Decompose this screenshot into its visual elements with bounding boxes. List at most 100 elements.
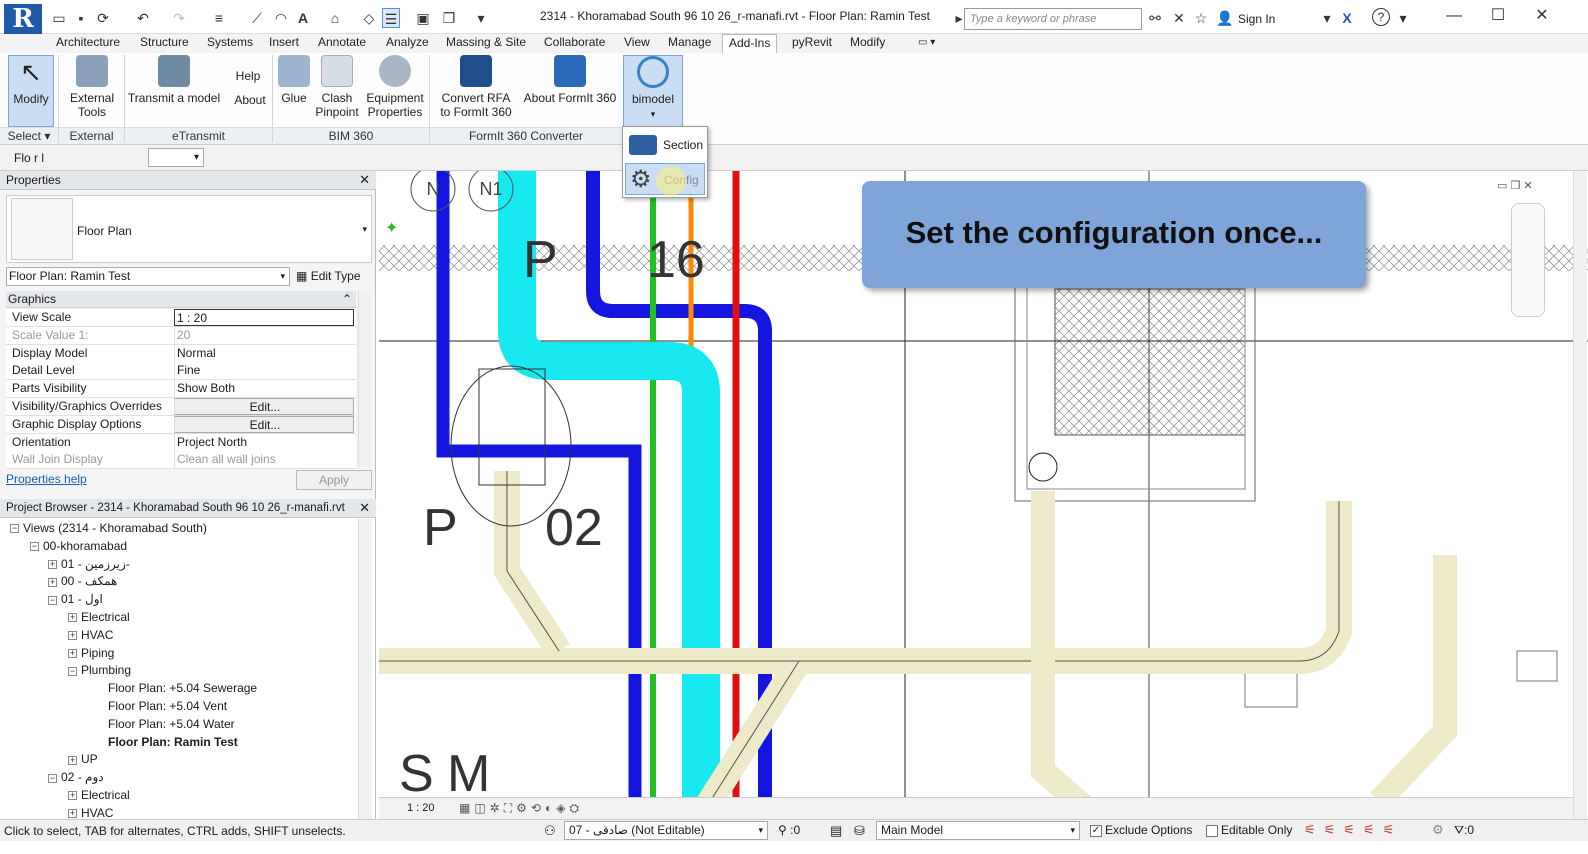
transmit-model-button[interactable]: Transmit a model [126, 55, 222, 105]
tab-analyze[interactable]: Analyze [380, 34, 435, 53]
expand-icon[interactable]: + [68, 631, 77, 641]
view-window-controls[interactable]: ▭ ❐ ✕ [1497, 179, 1533, 192]
switch-windows-icon[interactable]: ❐ [440, 8, 458, 28]
ribbon-minimize-icon[interactable]: ▭ ▾ [912, 34, 941, 53]
navigation-bar[interactable] [1511, 203, 1545, 317]
apply-button[interactable]: Apply [296, 470, 372, 490]
tab-collaborate[interactable]: Collaborate [538, 34, 611, 53]
property-row[interactable]: Graphic Display Options Edit... [6, 415, 356, 434]
subscription-icon[interactable]: ✕ [1170, 8, 1188, 28]
modify-button[interactable]: ↖ Modify [8, 55, 54, 127]
tree-node[interactable]: Floor Plan: Ramin Test [108, 734, 238, 750]
sign-in-dropdown-icon[interactable]: ▾ [1318, 8, 1336, 28]
tab-structure[interactable]: Structure [134, 34, 195, 53]
open-icon[interactable]: ▭ [50, 8, 68, 28]
tree-node[interactable]: + همکف - 00 [48, 573, 117, 589]
section-menu-item[interactable]: Section [625, 129, 705, 161]
background-process-icon[interactable]: ⚙ [1432, 822, 1444, 838]
tree-node[interactable]: −00-khoramabad [30, 538, 127, 554]
external-tools-button[interactable]: External Tools [64, 55, 120, 119]
tree-node[interactable]: + Piping [68, 645, 114, 661]
canvas-scrollbar[interactable] [1573, 171, 1587, 819]
undo-icon[interactable]: ↶ [134, 8, 152, 28]
customize-qat-icon[interactable]: ▾ [472, 8, 490, 28]
property-row[interactable]: Display Model Normal [6, 344, 356, 363]
expand-icon[interactable]: + [68, 648, 77, 658]
close-icon[interactable]: ✕ [359, 499, 370, 517]
property-row[interactable]: Scale Value 1: 20 [6, 326, 356, 345]
editable-only-checkbox[interactable]: Editable Only [1206, 823, 1292, 837]
revit-logo[interactable]: R [4, 4, 42, 34]
expand-icon[interactable]: + [48, 559, 57, 569]
expand-icon[interactable]: + [68, 755, 77, 765]
tree-node[interactable]: − Views (2314 - Khoramabad South) [10, 520, 207, 536]
design-options-icon[interactable]: ▤ [830, 823, 842, 839]
tab-architecture[interactable]: Architecture [50, 34, 126, 53]
expand-icon[interactable]: + [48, 577, 57, 587]
property-row[interactable]: Parts Visibility Show Both [6, 380, 356, 399]
property-row[interactable]: View Scale 1 : 20 [6, 309, 356, 327]
tree-node[interactable]: Floor Plan: +5.04 Vent [108, 698, 227, 714]
favorites-star-icon[interactable]: ☆ [1192, 8, 1210, 28]
tab-pyrevit[interactable]: pyRevit [786, 34, 838, 53]
exclude-options-checkbox[interactable]: ✓ Exclude Options [1090, 823, 1192, 837]
property-row[interactable]: Wall Join Display Clean all wall joins [6, 451, 356, 470]
properties-help-link[interactable]: Properties help [6, 472, 87, 486]
help-icon[interactable]: ? [1372, 8, 1390, 26]
tab-modify[interactable]: Modify [844, 34, 891, 53]
property-row[interactable]: Visibility/Graphics Overrides Edit... [6, 398, 356, 416]
property-row[interactable]: Detail Level Fine [6, 362, 356, 381]
minimize-button[interactable]: — [1434, 4, 1474, 28]
glue-button[interactable]: Glue [276, 55, 312, 105]
design-option-selector[interactable]: Main Model ▾ [876, 821, 1080, 840]
browser-scrollbar[interactable] [358, 519, 372, 819]
tree-node[interactable]: + UP [68, 751, 98, 767]
collapse-icon[interactable]: − [48, 595, 57, 605]
close-button[interactable]: ✕ [1522, 4, 1562, 28]
tree-node[interactable]: − اول - 01 [48, 591, 103, 607]
dimension-icon[interactable]: ◠ [272, 8, 290, 28]
selection-settings-icons[interactable]: ⚟⚟⚟⚟⚟ [1304, 822, 1402, 838]
print-icon[interactable]: ≡ [210, 8, 228, 28]
view-selector[interactable]: ▾ [148, 148, 204, 167]
type-selector[interactable]: Floor Plan ▾ [6, 195, 372, 263]
clash-pinpoint-button[interactable]: Clash Pinpoint [314, 55, 360, 119]
collapse-icon[interactable]: − [68, 666, 77, 676]
search-input[interactable]: Type a keyword or phrase [964, 8, 1142, 30]
tree-node[interactable]: − Plumbing [68, 662, 131, 678]
section-icon[interactable]: ◇ [360, 8, 378, 28]
sign-in-link[interactable]: Sign In [1238, 12, 1275, 26]
3d-view-icon[interactable]: ⌂ [326, 8, 344, 28]
property-value[interactable]: 1 : 20 [174, 309, 354, 326]
help-button[interactable]: Help [228, 69, 268, 83]
exchange-apps-icon[interactable]: X [1338, 8, 1356, 28]
tree-node[interactable]: Floor Plan: +5.04 Water [108, 716, 235, 732]
help-dropdown-icon[interactable]: ▾ [1394, 8, 1412, 28]
editing-requests[interactable]: ⚲ :0 [778, 823, 800, 837]
group-select[interactable]: Select ▾ [0, 127, 58, 144]
maximize-button[interactable]: ☐ [1478, 4, 1518, 28]
collapse-icon[interactable]: − [10, 524, 19, 534]
about-button[interactable]: About [228, 93, 272, 107]
tree-node[interactable]: + Electrical [68, 609, 130, 625]
sync-icon[interactable]: ⟳ [94, 8, 112, 28]
instance-selector[interactable]: Floor Plan: Ramin Test ▾ [6, 267, 290, 286]
measure-icon[interactable]: ⟋ [248, 8, 266, 28]
tree-node[interactable]: Floor Plan: +5.04 Sewerage [108, 680, 257, 696]
binoculars-icon[interactable]: ⚯ [1146, 8, 1164, 28]
tab-insert[interactable]: Insert [263, 34, 305, 53]
user-icon[interactable]: 👤 [1216, 8, 1234, 28]
tab-massing-site[interactable]: Massing & Site [440, 34, 532, 53]
tree-node[interactable]: − دوم - 02 [48, 769, 104, 785]
collapse-icon[interactable]: − [48, 773, 57, 783]
properties-scrollbar[interactable] [358, 291, 372, 467]
expand-icon[interactable]: + [68, 613, 77, 623]
close-icon[interactable]: ✕ [359, 171, 370, 189]
graphics-section[interactable]: Graphics ⌃ [6, 291, 356, 308]
edit-button[interactable]: Edit... [174, 398, 354, 415]
edit-button[interactable]: Edit... [174, 415, 354, 433]
view-scale-control[interactable]: 1 : 20 [407, 802, 435, 814]
tree-node[interactable]: + Electrical [68, 787, 130, 803]
property-row[interactable]: Orientation Project North [6, 433, 356, 452]
about-formit-button[interactable]: About FormIt 360 [520, 55, 620, 105]
